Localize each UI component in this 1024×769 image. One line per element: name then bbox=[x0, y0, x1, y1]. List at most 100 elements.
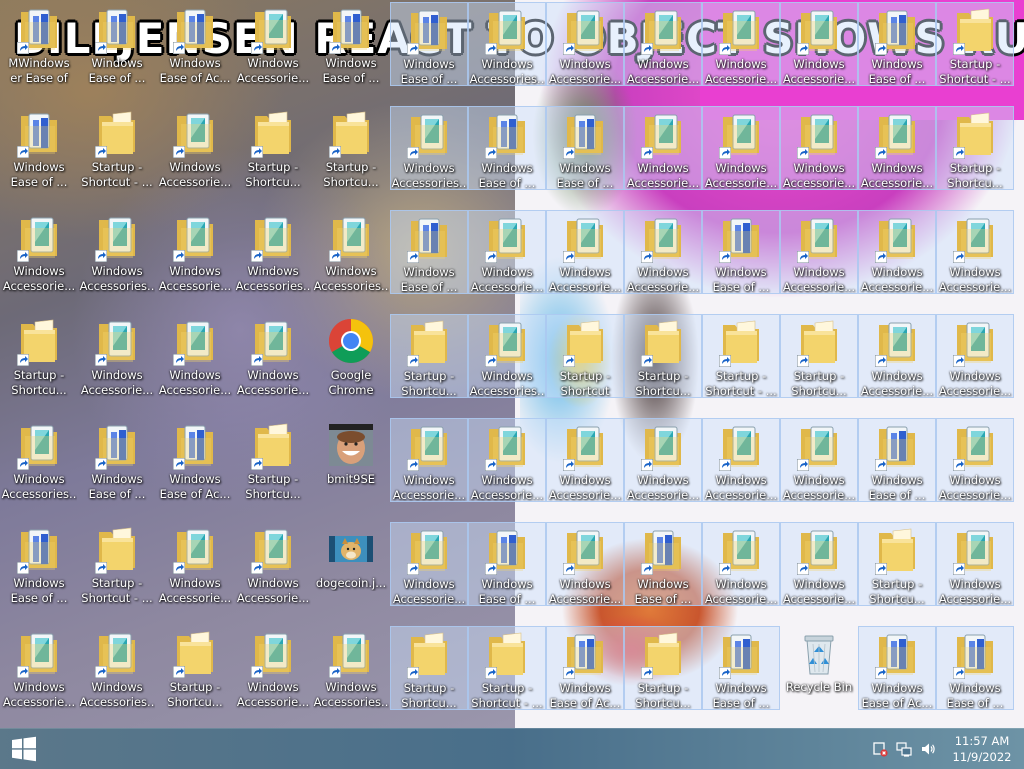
desktop-icon[interactable]: Startup - Shortcu... bbox=[156, 626, 234, 710]
desktop-icon[interactable]: Startup - Shortcu... bbox=[390, 314, 468, 398]
start-button[interactable] bbox=[0, 729, 48, 769]
desktop-icon[interactable]: Windows Accessories... bbox=[0, 418, 78, 502]
desktop-icon[interactable]: Windows Ease of ... bbox=[468, 106, 546, 190]
desktop-icon[interactable]: Windows Accessorie... bbox=[390, 418, 468, 502]
desktop-icon[interactable]: Windows Ease of ... bbox=[78, 418, 156, 502]
desktop-icon-label: Startup - Shortcu... bbox=[869, 577, 925, 605]
desktop-icon[interactable]: Windows Ease of ... bbox=[858, 418, 936, 502]
desktop-icon[interactable]: Windows Accessorie... bbox=[780, 210, 858, 294]
desktop-icon[interactable]: Startup - Shortcu... bbox=[234, 106, 312, 190]
desktop-icon[interactable]: Windows Ease of ... bbox=[702, 210, 780, 294]
desktop-icon[interactable]: Windows Accessorie... bbox=[624, 418, 702, 502]
desktop-icon[interactable]: Windows Accessories... bbox=[468, 2, 546, 86]
desktop-icon[interactable]: Windows Ease of ... bbox=[78, 2, 156, 86]
desktop-icon[interactable]: Windows Accessories... bbox=[468, 314, 546, 398]
desktop-icon[interactable]: Windows Accessorie... bbox=[0, 626, 78, 710]
accessories-shortcut-icon bbox=[951, 317, 999, 367]
desktop-icon[interactable]: Windows Accessorie... bbox=[156, 106, 234, 190]
desktop-icon[interactable]: Windows Accessories... bbox=[78, 626, 156, 710]
desktop-icon[interactable]: Windows Accessorie... bbox=[780, 2, 858, 86]
desktop-icon[interactable]: Windows Ease of Ac... bbox=[156, 2, 234, 86]
desktop-icon[interactable]: Windows Accessorie... bbox=[702, 106, 780, 190]
desktop-icon[interactable]: Startup - Shortcu... bbox=[780, 314, 858, 398]
desktop-icon[interactable]: Windows Accessorie... bbox=[858, 210, 936, 294]
volume-button[interactable] bbox=[916, 729, 940, 769]
desktop-icon[interactable]: Windows Accessorie... bbox=[546, 522, 624, 606]
desktop-icon[interactable]: Windows Ease of ... bbox=[0, 522, 78, 606]
desktop-icon[interactable]: Windows Accessorie... bbox=[858, 314, 936, 398]
desktop-icon[interactable]: Windows Accessorie... bbox=[156, 210, 234, 294]
desktop-icon[interactable]: bmit9SE bbox=[312, 418, 390, 502]
desktop-icon[interactable]: Windows Accessorie... bbox=[468, 418, 546, 502]
desktop-icon[interactable]: Windows Accessorie... bbox=[546, 2, 624, 86]
desktop-icon[interactable]: Windows Accessorie... bbox=[156, 314, 234, 398]
desktop-icon[interactable]: Windows Accessorie... bbox=[390, 522, 468, 606]
desktop-icon[interactable]: Recycle Bin bbox=[780, 626, 858, 710]
desktop-icon[interactable]: Windows Ease of ... bbox=[702, 626, 780, 710]
desktop-icon[interactable]: Windows Accessories... bbox=[234, 210, 312, 294]
desktop-icon[interactable]: Windows Accessorie... bbox=[624, 210, 702, 294]
desktop-icon[interactable]: Startup - Shortcu... bbox=[936, 106, 1014, 190]
accessories-shortcut-icon bbox=[951, 213, 999, 263]
desktop-icon[interactable]: Windows Accessorie... bbox=[234, 522, 312, 606]
desktop-icon[interactable]: Startup - Shortcut - ... bbox=[78, 522, 156, 606]
desktop-icon[interactable]: Windows Accessorie... bbox=[234, 626, 312, 710]
desktop-icon[interactable]: Windows Accessorie... bbox=[624, 106, 702, 190]
shortcut-arrow-icon bbox=[329, 666, 341, 678]
desktop-icon[interactable]: Windows Accessories... bbox=[390, 106, 468, 190]
desktop-icon[interactable]: Windows Ease of ... bbox=[0, 106, 78, 190]
desktop-icon[interactable]: Startup - Shortcu... bbox=[624, 314, 702, 398]
desktop-icon[interactable]: Windows Accessorie... bbox=[936, 418, 1014, 502]
desktop-icon[interactable]: Windows Accessorie... bbox=[936, 210, 1014, 294]
desktop-icon[interactable]: Windows Ease of Ac... bbox=[858, 626, 936, 710]
desktop-icon[interactable]: Windows Accessorie... bbox=[936, 314, 1014, 398]
desktop-icon[interactable]: MWindows er Ease of Ac... bbox=[0, 2, 78, 86]
desktop-icon[interactable]: Windows Accessories... bbox=[312, 626, 390, 710]
desktop-icon[interactable]: Windows Accessorie... bbox=[156, 522, 234, 606]
desktop-icon[interactable]: Windows Ease of ... bbox=[858, 2, 936, 86]
desktop-icon[interactable]: Windows Accessorie... bbox=[780, 522, 858, 606]
desktop-icon[interactable]: Startup - Shortcut - ... bbox=[78, 106, 156, 190]
desktop-icon[interactable]: Windows Ease of ... bbox=[624, 522, 702, 606]
desktop-icon[interactable]: Startup - Shortcut bbox=[546, 314, 624, 398]
desktop-icon[interactable]: Startup - Shortcut - ... bbox=[936, 2, 1014, 86]
clock[interactable]: 11:57 AM 11/9/2022 bbox=[940, 729, 1024, 769]
desktop-icon[interactable]: Windows Ease of ... bbox=[468, 522, 546, 606]
desktop-icon[interactable]: Windows Accessories... bbox=[78, 210, 156, 294]
desktop-icon[interactable]: Windows Ease of ... bbox=[546, 106, 624, 190]
desktop-icon[interactable]: Windows Accessorie... bbox=[78, 314, 156, 398]
desktop-icon[interactable]: Windows Accessorie... bbox=[858, 106, 936, 190]
desktop-icon[interactable]: Windows Ease of ... bbox=[312, 2, 390, 86]
desktop-icon[interactable]: Google Chrome bbox=[312, 314, 390, 398]
desktop-icon[interactable]: Startup - Shortcut - ... bbox=[702, 314, 780, 398]
desktop-icon[interactable]: Windows Accessorie... bbox=[546, 418, 624, 502]
desktop-icon[interactable]: Windows Ease of ... bbox=[390, 2, 468, 86]
desktop-icon[interactable]: Windows Accessorie... bbox=[702, 2, 780, 86]
desktop-icon[interactable]: Windows Accessorie... bbox=[780, 106, 858, 190]
network-button[interactable] bbox=[892, 729, 916, 769]
desktop-icon[interactable]: Startup - Shortcu... bbox=[312, 106, 390, 190]
desktop-icon[interactable]: Windows Accessorie... bbox=[624, 2, 702, 86]
desktop-icon[interactable]: Startup - Shortcu... bbox=[624, 626, 702, 710]
desktop-icon[interactable]: Startup - Shortcu... bbox=[234, 418, 312, 502]
desktop-icon[interactable]: Windows Ease of ... bbox=[936, 626, 1014, 710]
desktop-icon[interactable]: Windows Accessorie... bbox=[0, 210, 78, 294]
desktop-icon[interactable]: Windows Accessorie... bbox=[780, 418, 858, 502]
desktop-icon[interactable]: Startup - Shortcu... bbox=[858, 522, 936, 606]
desktop-icon[interactable]: Startup - Shortcu... bbox=[0, 314, 78, 398]
desktop-icon[interactable]: Windows Accessorie... bbox=[234, 2, 312, 86]
desktop-icon[interactable]: Windows Ease of ... bbox=[390, 210, 468, 294]
desktop-icon[interactable]: Windows Accessorie... bbox=[702, 522, 780, 606]
desktop-icon[interactable]: Windows Accessories... bbox=[312, 210, 390, 294]
desktop-icon[interactable]: Windows Accessorie... bbox=[702, 418, 780, 502]
desktop-icon[interactable]: Windows Accessorie... bbox=[936, 522, 1014, 606]
desktop-icon[interactable]: Windows Ease of Ac... bbox=[156, 418, 234, 502]
desktop-icon[interactable]: Windows Accessorie... bbox=[234, 314, 312, 398]
desktop-icon[interactable]: Windows Accessorie... bbox=[468, 210, 546, 294]
desktop-icon[interactable]: Windows Accessorie... bbox=[546, 210, 624, 294]
desktop-icon[interactable]: Startup - Shortcut - ... bbox=[468, 626, 546, 710]
desktop-icon[interactable]: Windows Ease of Ac... bbox=[546, 626, 624, 710]
desktop-icon[interactable]: dogecoin.j... bbox=[312, 522, 390, 606]
desktop-icon[interactable]: Startup - Shortcu... bbox=[390, 626, 468, 710]
action-center-button[interactable] bbox=[868, 729, 892, 769]
